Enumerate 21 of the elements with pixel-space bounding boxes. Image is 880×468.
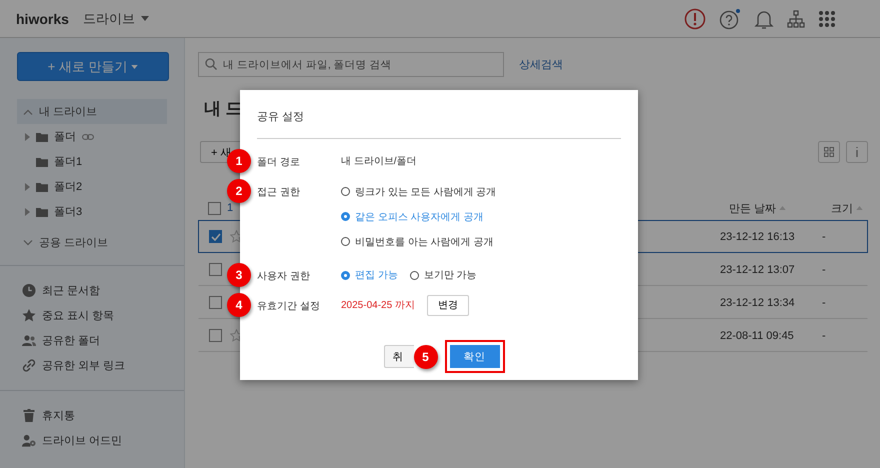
- step-marker: 3: [227, 263, 251, 287]
- selected-count: 1: [227, 202, 234, 214]
- field-label: 사용자 권한: [257, 270, 311, 283]
- expiry-date: 2025-04-25 까지: [341, 299, 415, 312]
- field-label: 유효기간 설정: [257, 300, 321, 313]
- field-label: 접근 권한: [257, 186, 301, 199]
- date-cell-text: 23-12-12 13:07: [720, 264, 796, 276]
- folder-path: 내 드라이브/폴더: [341, 155, 417, 168]
- step-marker: 5: [414, 344, 438, 368]
- date-cell-text: 22-08-11 09:45: [720, 330, 795, 342]
- step-marker: 4: [227, 293, 251, 317]
- size-cell-text: -: [821, 296, 827, 308]
- dialog-title: 공유 설정: [257, 90, 621, 139]
- field-label: 폴더 경로: [257, 156, 301, 169]
- size-cell-text: -: [821, 230, 827, 242]
- size-cell-text: -: [821, 264, 827, 276]
- step-marker: 2: [227, 179, 251, 203]
- page-title: 내 드: [204, 99, 243, 118]
- date-cell-text: 23-12-12 13:34: [720, 296, 796, 308]
- size-cell-text: -: [821, 330, 827, 342]
- date-cell-text: 23-12-12 16:13: [720, 230, 796, 242]
